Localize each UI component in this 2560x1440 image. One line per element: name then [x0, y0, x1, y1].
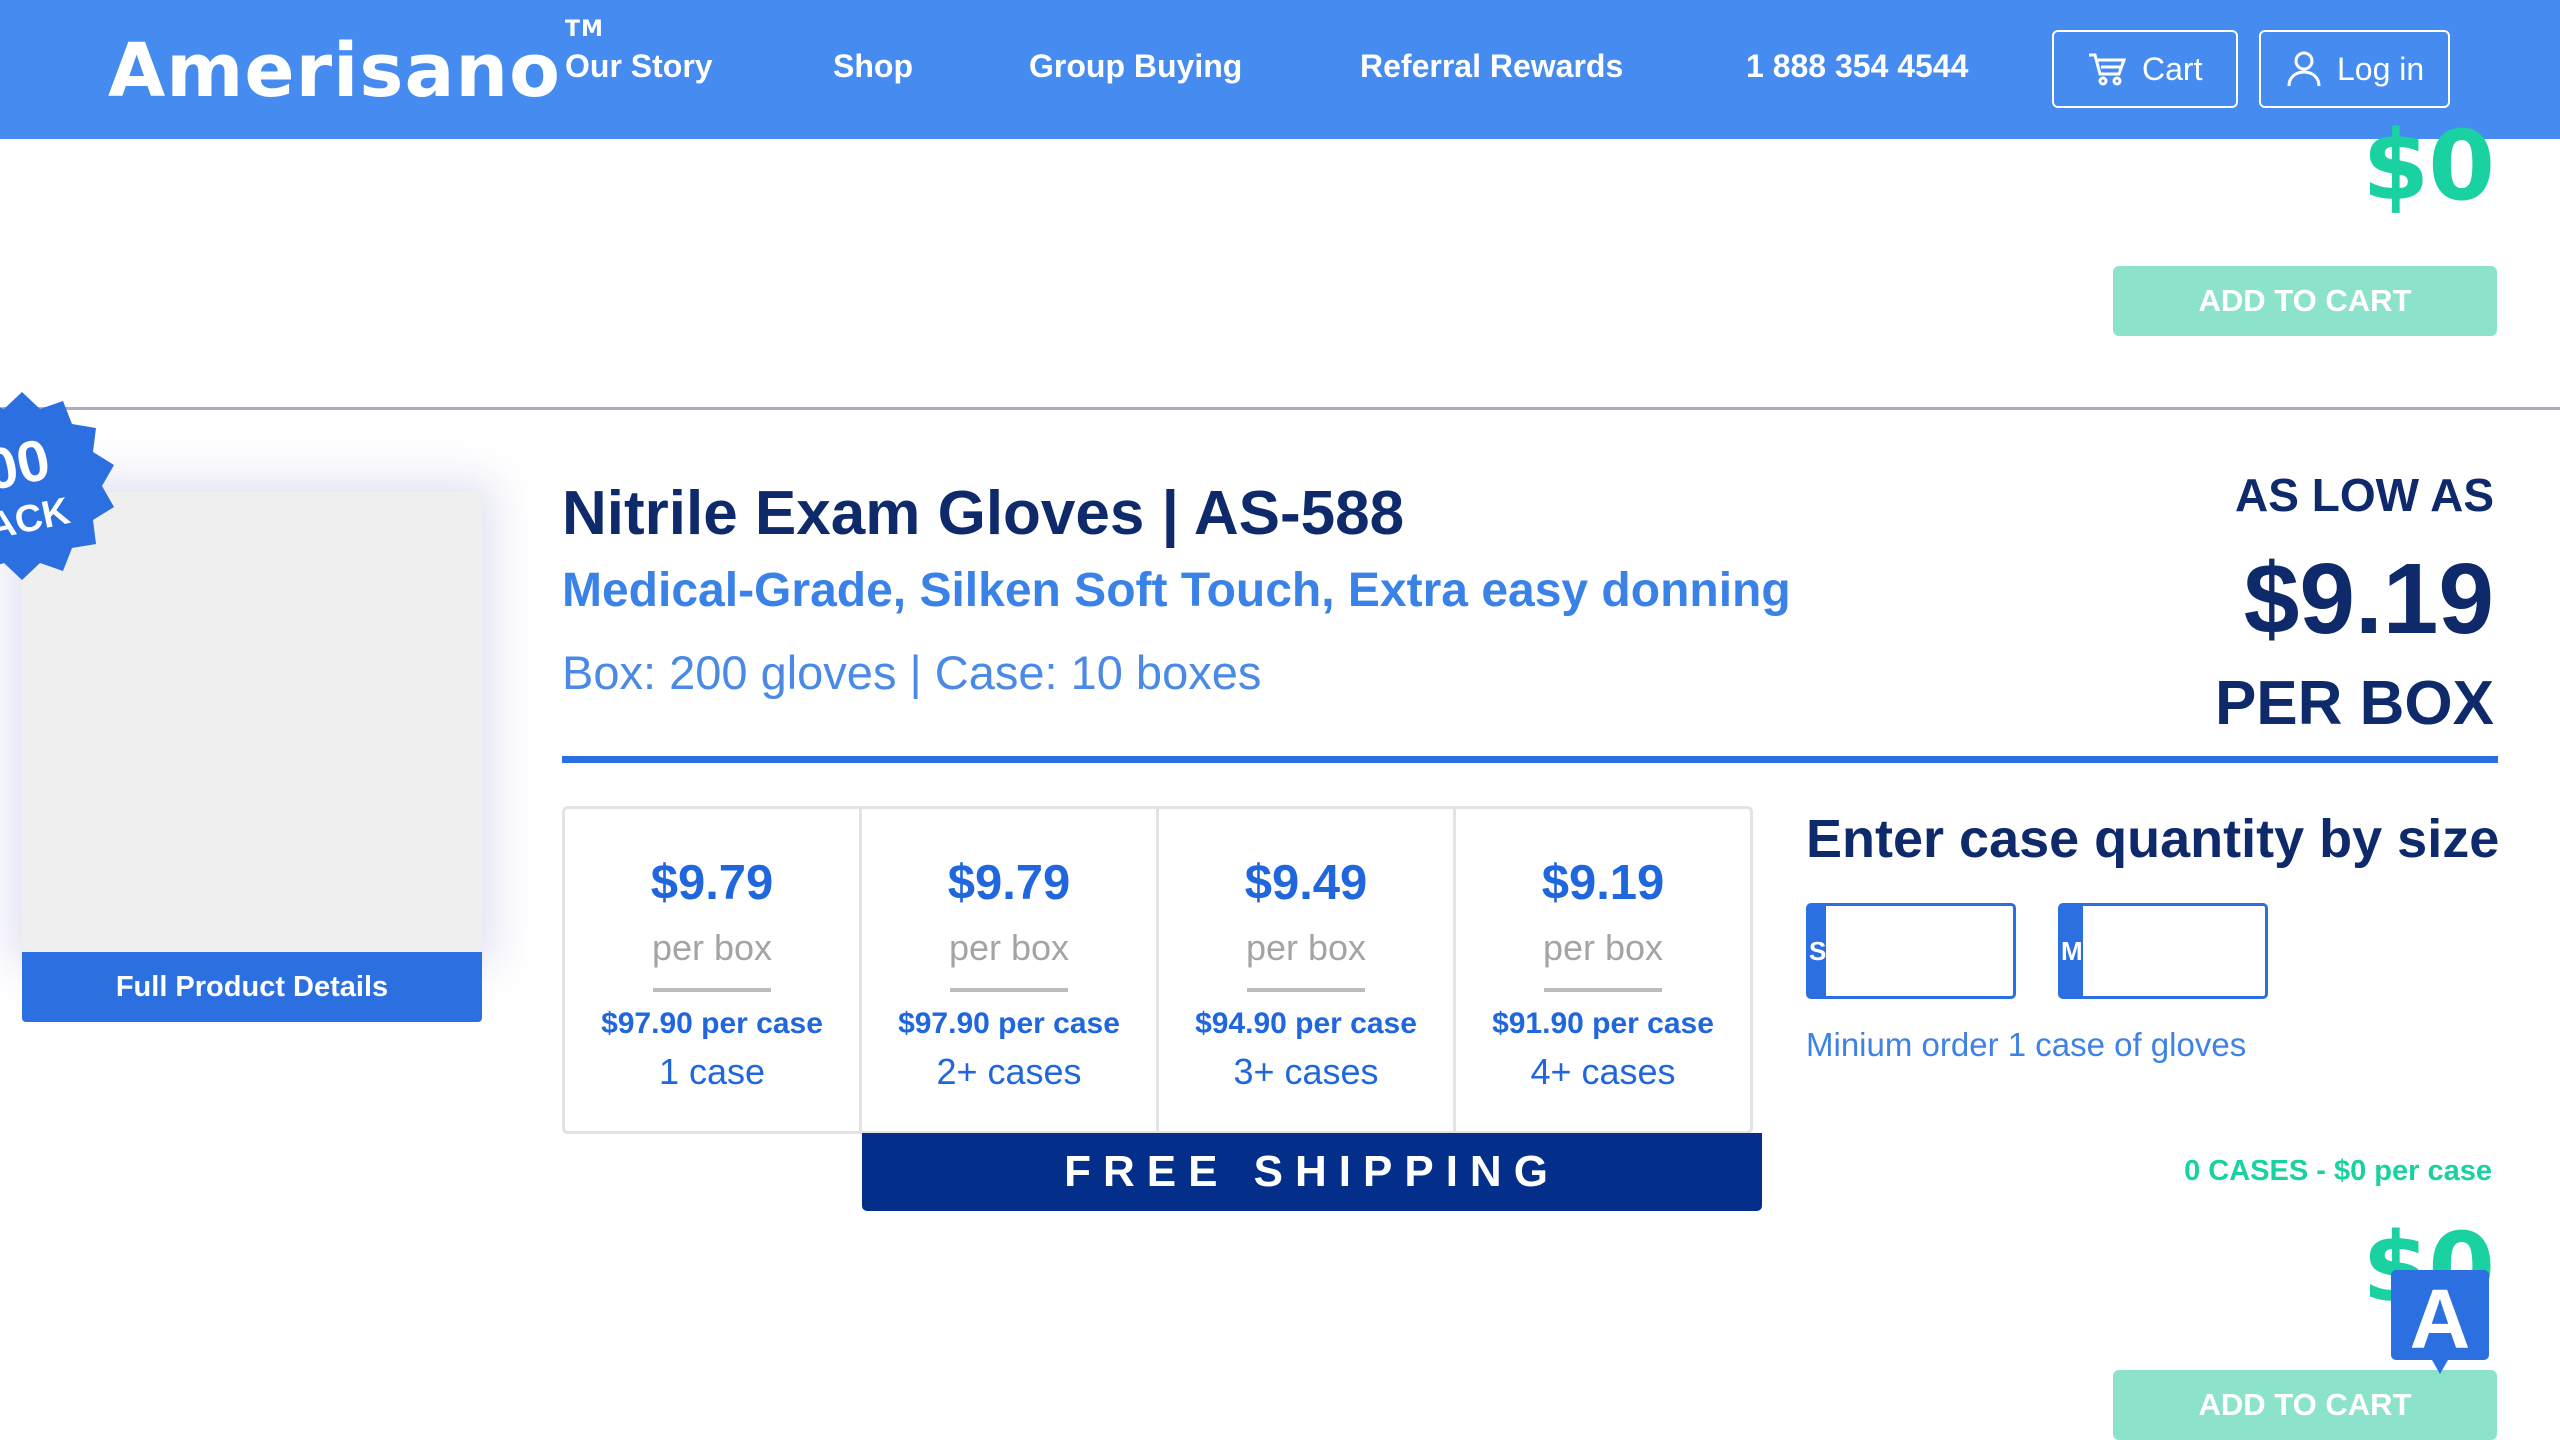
tier-rule — [1544, 988, 1662, 992]
full-product-details-button[interactable]: Full Product Details — [22, 952, 482, 1022]
as-low-as-label: AS LOW AS — [2235, 469, 2494, 521]
tier-quantity: 4+ cases — [1530, 1051, 1676, 1092]
nav-phone-number[interactable]: 1 888 354 4544 — [1746, 48, 1968, 85]
tier-unit: per box — [1245, 927, 1367, 968]
size-m-quantity-input[interactable] — [2082, 906, 2515, 996]
pack-info: Box: 200 gloves | Case: 10 boxes — [562, 646, 1262, 699]
login-button[interactable]: Log in — [2259, 30, 2450, 108]
chat-icon-letter: A — [2410, 1272, 2471, 1366]
tier-rule — [1247, 988, 1365, 992]
previous-add-to-cart-button[interactable]: ADD TO CART — [2113, 266, 2497, 336]
tier-quantity: 2+ cases — [936, 1051, 1082, 1092]
tier-box-price: $9.79 — [947, 856, 1071, 910]
tier-quantity: 3+ cases — [1233, 1051, 1379, 1092]
price-tier: $9.79 per box $97.90 per case 1 case — [562, 806, 862, 1134]
tier-case-price: $97.90 per case — [601, 1007, 823, 1040]
tier-unit: per box — [651, 927, 773, 968]
price-tier: $9.79 per box $97.90 per case 2+ cases — [859, 806, 1159, 1134]
cases-summary: 0 CASES - $0 per case — [2184, 1155, 2492, 1187]
tier-case-price: $97.90 per case — [898, 1007, 1120, 1040]
product-subtitle: Medical-Grade, Silken Soft Touch, Extra … — [562, 564, 1791, 617]
tier-quantity: 1 case — [658, 1051, 766, 1092]
lowest-price: $9.19 — [2243, 543, 2494, 655]
per-box-label: PER BOX — [2214, 669, 2494, 738]
tier-box-price: $9.19 — [1541, 856, 1665, 910]
size-s-field[interactable]: S — [1806, 903, 2259, 999]
tier-rule — [653, 988, 771, 992]
tier-box-price: $9.49 — [1244, 856, 1368, 910]
pack-count-badge: 00 ACK — [0, 392, 114, 580]
minimum-order-note: Minium order 1 case of gloves — [1806, 1026, 2247, 1063]
product-title: Nitrile Exam Gloves | AS-588 — [562, 479, 1405, 548]
tier-box-price: $9.79 — [650, 856, 774, 910]
cart-icon — [2089, 53, 2126, 86]
chat-assistant-icon[interactable]: A — [2390, 1266, 2490, 1378]
previous-product-total: $0 — [2362, 110, 2495, 222]
size-m-label: M — [2061, 906, 2083, 996]
title-underline — [562, 756, 2498, 763]
quantity-heading: Enter case quantity by size — [1806, 809, 2500, 869]
tier-case-price: $94.90 per case — [1195, 1007, 1417, 1040]
add-to-cart-button[interactable]: ADD TO CART — [2113, 1370, 2497, 1440]
tier-unit: per box — [1542, 927, 1664, 968]
cart-label: Cart — [2142, 50, 2203, 87]
user-icon — [2287, 51, 2321, 87]
nav-referral-rewards[interactable]: Referral Rewards — [1360, 48, 1623, 85]
tier-rule — [950, 988, 1068, 992]
cart-button[interactable]: Cart — [2052, 30, 2238, 108]
price-tier: $9.49 per box $94.90 per case 3+ cases — [1156, 806, 1456, 1134]
free-shipping-banner: FREE SHIPPING — [862, 1133, 1762, 1211]
brand-logo[interactable]: Amerisano TM — [108, 17, 604, 114]
nav-shop[interactable]: Shop — [833, 48, 913, 85]
trademark-mark: TM — [564, 17, 604, 43]
tier-unit: per box — [948, 927, 1070, 968]
nav-our-story[interactable]: Our Story — [565, 48, 713, 85]
tier-case-price: $91.90 per case — [1492, 1007, 1714, 1040]
pricing-tiers: $9.79 per box $97.90 per case 1 case $9.… — [562, 806, 1762, 1134]
brand-name: Amerisano — [108, 28, 561, 114]
login-label: Log in — [2337, 50, 2425, 87]
top-navigation-bar: Amerisano TM Our Story Shop Group Buying … — [0, 0, 2560, 139]
nav-group-buying[interactable]: Group Buying — [1029, 48, 1242, 85]
size-s-label: S — [1809, 906, 1827, 996]
price-tier: $9.19 per box $91.90 per case 4+ cases — [1453, 806, 1753, 1134]
size-m-field[interactable]: M — [2058, 903, 2515, 999]
product-divider — [0, 407, 2560, 410]
